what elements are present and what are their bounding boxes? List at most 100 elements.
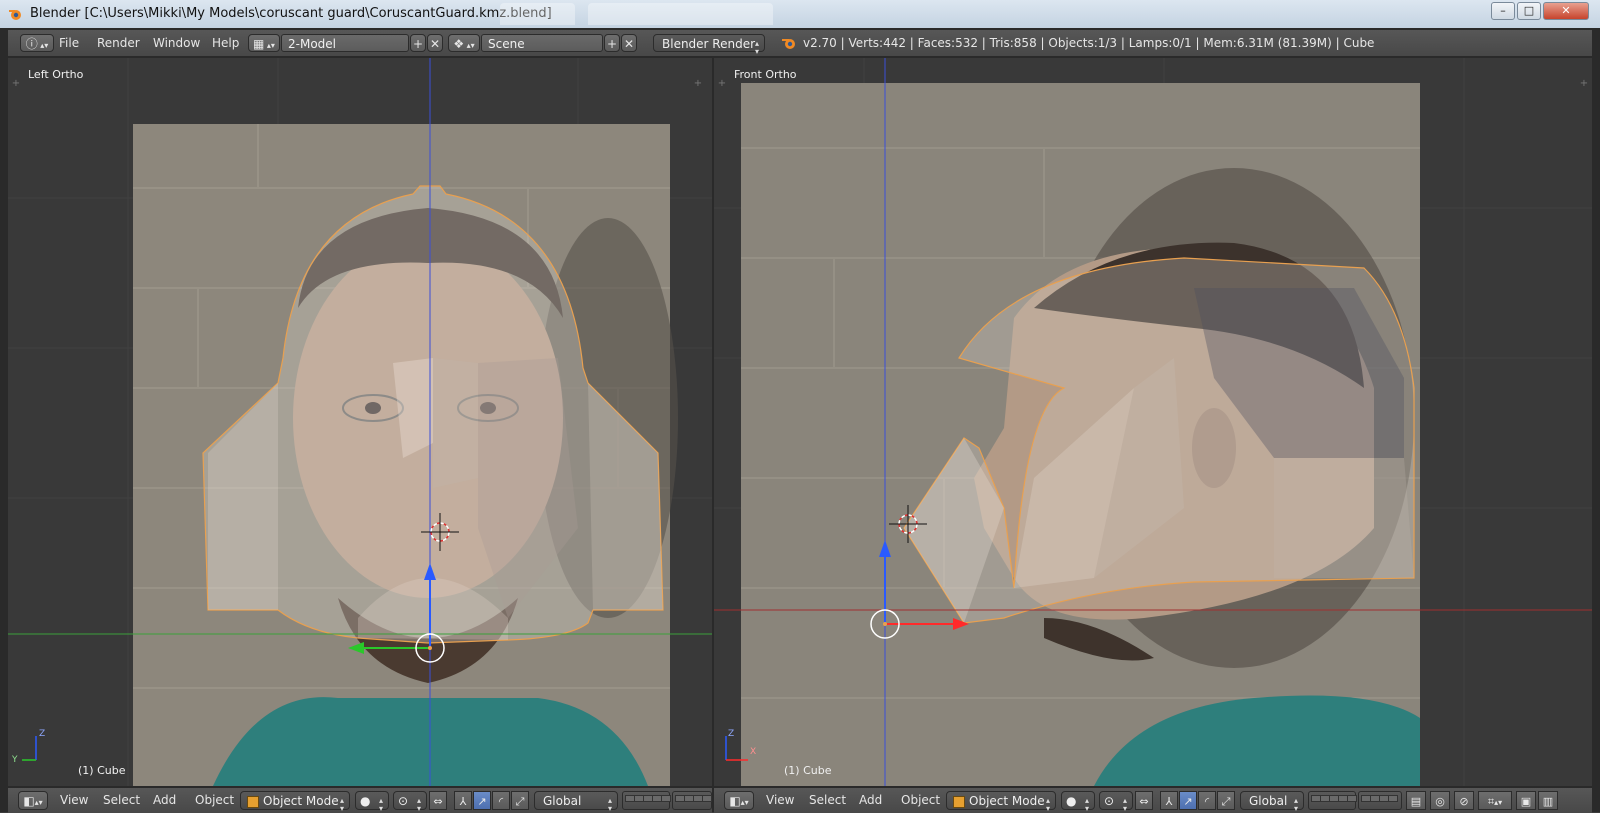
menu-object[interactable]: Object <box>901 791 940 810</box>
manipulator-toggle-icon[interactable]: ⅄ <box>454 791 472 810</box>
menu-select[interactable]: Select <box>809 791 846 810</box>
delete-scene-x-icon[interactable]: ✕ <box>621 34 637 52</box>
layer-buttons[interactable] <box>672 791 712 810</box>
close-button[interactable]: ✕ <box>1543 2 1589 20</box>
dropdown-arrows-icon: ▴ ▾ <box>607 796 612 813</box>
info-header: ⓘ ▴▾ File Render Window Help ▦ ▴▾ 2-Mode… <box>8 30 1592 57</box>
area-split-corner-icon[interactable]: + <box>10 78 22 90</box>
view-axis-widget: Z Y <box>11 729 45 765</box>
dropdown-arrows-icon: ▴ ▾ <box>1293 796 1298 813</box>
scene-name-field[interactable]: Scene <box>481 34 603 52</box>
menu-view[interactable]: View <box>60 791 88 810</box>
area-split-corner-icon[interactable]: + <box>1578 78 1590 90</box>
menu-view[interactable]: View <box>766 791 794 810</box>
svg-text:Y: Y <box>11 755 18 765</box>
scene-statistics: v2.70 | Verts:442 | Faces:532 | Tris:858… <box>803 36 1375 50</box>
viewport-view-label: Front Ortho <box>734 68 797 81</box>
screen-layout-name-field[interactable]: 2-Model <box>281 34 409 52</box>
editor-type-button[interactable]: ◧▴▾ <box>18 791 48 810</box>
solid-shading-sphere-icon: ● <box>360 794 371 808</box>
pivot-point-dropdown[interactable]: ⊙ ▴ ▾ <box>393 791 427 813</box>
proportional-edit-icon[interactable]: ◎ <box>1430 791 1450 810</box>
menu-file[interactable]: File <box>59 34 79 52</box>
snap-toggle-icon[interactable]: ⊘ <box>1454 791 1474 810</box>
info-icon: ⓘ <box>25 37 38 51</box>
mode-dropdown[interactable]: Object Mode ▴ ▾ <box>946 791 1056 813</box>
background-window-tab <box>500 3 575 25</box>
mode-label: Object Mode <box>263 794 339 808</box>
snap-element-dropdown[interactable]: ⌗▴▾ <box>1478 791 1512 810</box>
layer-buttons[interactable] <box>622 791 671 810</box>
view3d-cube-icon: ◧ <box>23 794 35 808</box>
active-object-label: (1) Cube <box>784 764 832 777</box>
object-mode-cube-icon <box>247 796 259 808</box>
scene-selector[interactable]: ❖ ▴▾ <box>448 34 480 52</box>
viewport-left-ortho[interactable]: Z Y Left Ortho (1) Cube + + <box>8 58 712 786</box>
object-mode-cube-icon <box>953 796 965 808</box>
opengl-render-image-icon[interactable]: ▣ <box>1516 791 1536 810</box>
viewport-front-ortho[interactable]: Z X Front Ortho (1) Cube + + <box>714 58 1592 786</box>
menu-object[interactable]: Object <box>195 791 234 810</box>
layer-buttons[interactable] <box>1308 791 1357 810</box>
pivot-icon: ⊙ <box>398 794 409 808</box>
layout-grid-icon: ▦ <box>253 37 265 51</box>
rotate-manipulator-icon[interactable]: ◜ <box>1198 791 1216 810</box>
editor-type-button[interactable]: ◧▴▾ <box>724 791 754 810</box>
viewport-left-canvas[interactable]: Z Y <box>8 58 712 786</box>
viewport-front-canvas[interactable]: Z X <box>714 58 1592 786</box>
window-title: Blender [C:\Users\Mikki\My Models\corusc… <box>30 6 552 21</box>
view3d-header-right: ◧▴▾ View Select Add Object Object Mode ▴… <box>714 787 1592 813</box>
layer-buttons[interactable] <box>1358 791 1402 810</box>
menu-add[interactable]: Add <box>859 791 882 810</box>
viewport-shading-dropdown[interactable]: ● ▴ ▾ <box>1061 791 1095 813</box>
opengl-render-animation-icon[interactable]: ▥ <box>1538 791 1558 810</box>
manipulator-toggle-icon[interactable]: ⅄ <box>1160 791 1178 810</box>
menu-render[interactable]: Render <box>97 34 140 52</box>
blender-logo-icon <box>9 10 21 20</box>
transform-orientation-dropdown[interactable]: Global ▴ ▾ <box>1240 791 1304 813</box>
svg-text:Z: Z <box>39 729 45 739</box>
dropdown-arrows-icon: ▴ ▾ <box>754 39 759 56</box>
translate-manipulator-icon[interactable]: ↗ <box>473 791 491 810</box>
translate-manipulator-icon[interactable]: ↗ <box>1179 791 1197 810</box>
scene-icon: ❖ <box>453 37 465 51</box>
menu-window[interactable]: Window <box>153 34 200 52</box>
background-window-tab <box>588 3 773 25</box>
screen-layout-selector[interactable]: ▦ ▴▾ <box>248 34 280 52</box>
area-split-corner-icon[interactable]: + <box>716 78 728 90</box>
rotate-manipulator-icon[interactable]: ◜ <box>492 791 510 810</box>
svg-text:Z: Z <box>728 729 734 739</box>
delete-screen-x-icon[interactable]: ✕ <box>427 34 443 52</box>
area-split-corner-icon[interactable]: + <box>692 78 704 90</box>
solid-shading-sphere-icon: ● <box>1066 794 1077 808</box>
render-engine-dropdown[interactable]: Blender Render ▴ ▾ <box>653 34 765 56</box>
mode-dropdown[interactable]: Object Mode ▴ ▾ <box>240 791 350 813</box>
pivot-icon: ⊙ <box>1104 794 1115 808</box>
manipulate-center-points-icon[interactable]: ⇔ <box>1135 791 1153 810</box>
add-screen-plus-icon[interactable]: + <box>410 34 426 52</box>
add-scene-plus-icon[interactable]: + <box>604 34 620 52</box>
viewport-view-label: Left Ortho <box>28 68 84 81</box>
blender-logo-icon <box>782 39 795 49</box>
menu-select[interactable]: Select <box>103 791 140 810</box>
maximize-button[interactable]: □ <box>1517 2 1541 20</box>
menu-help[interactable]: Help <box>212 34 239 52</box>
editor-type-button[interactable]: ⓘ ▴▾ <box>20 34 54 52</box>
transform-orientation-dropdown[interactable]: Global ▴ ▾ <box>534 791 618 813</box>
layer-lock-icon[interactable]: ▤ <box>1406 791 1426 810</box>
scale-manipulator-icon[interactable]: ⤢ <box>511 791 529 810</box>
mode-label: Object Mode <box>969 794 1045 808</box>
viewport-shading-dropdown[interactable]: ● ▴ ▾ <box>355 791 389 813</box>
svg-text:X: X <box>750 747 756 757</box>
render-engine-label: Blender Render <box>662 37 756 51</box>
scale-manipulator-icon[interactable]: ⤢ <box>1217 791 1235 810</box>
minimize-button[interactable]: – <box>1491 2 1515 20</box>
view3d-cube-icon: ◧ <box>729 794 741 808</box>
manipulate-center-points-icon[interactable]: ⇔ <box>429 791 447 810</box>
menu-add[interactable]: Add <box>153 791 176 810</box>
active-object-label: (1) Cube <box>78 764 126 777</box>
dropdown-arrows-icon: ▴ ▾ <box>339 796 344 813</box>
orientation-label: Global <box>543 794 582 808</box>
view3d-header-left: ◧▴▾ View Select Add Object Object Mode ▴… <box>8 787 712 813</box>
pivot-point-dropdown[interactable]: ⊙ ▴ ▾ <box>1099 791 1133 813</box>
